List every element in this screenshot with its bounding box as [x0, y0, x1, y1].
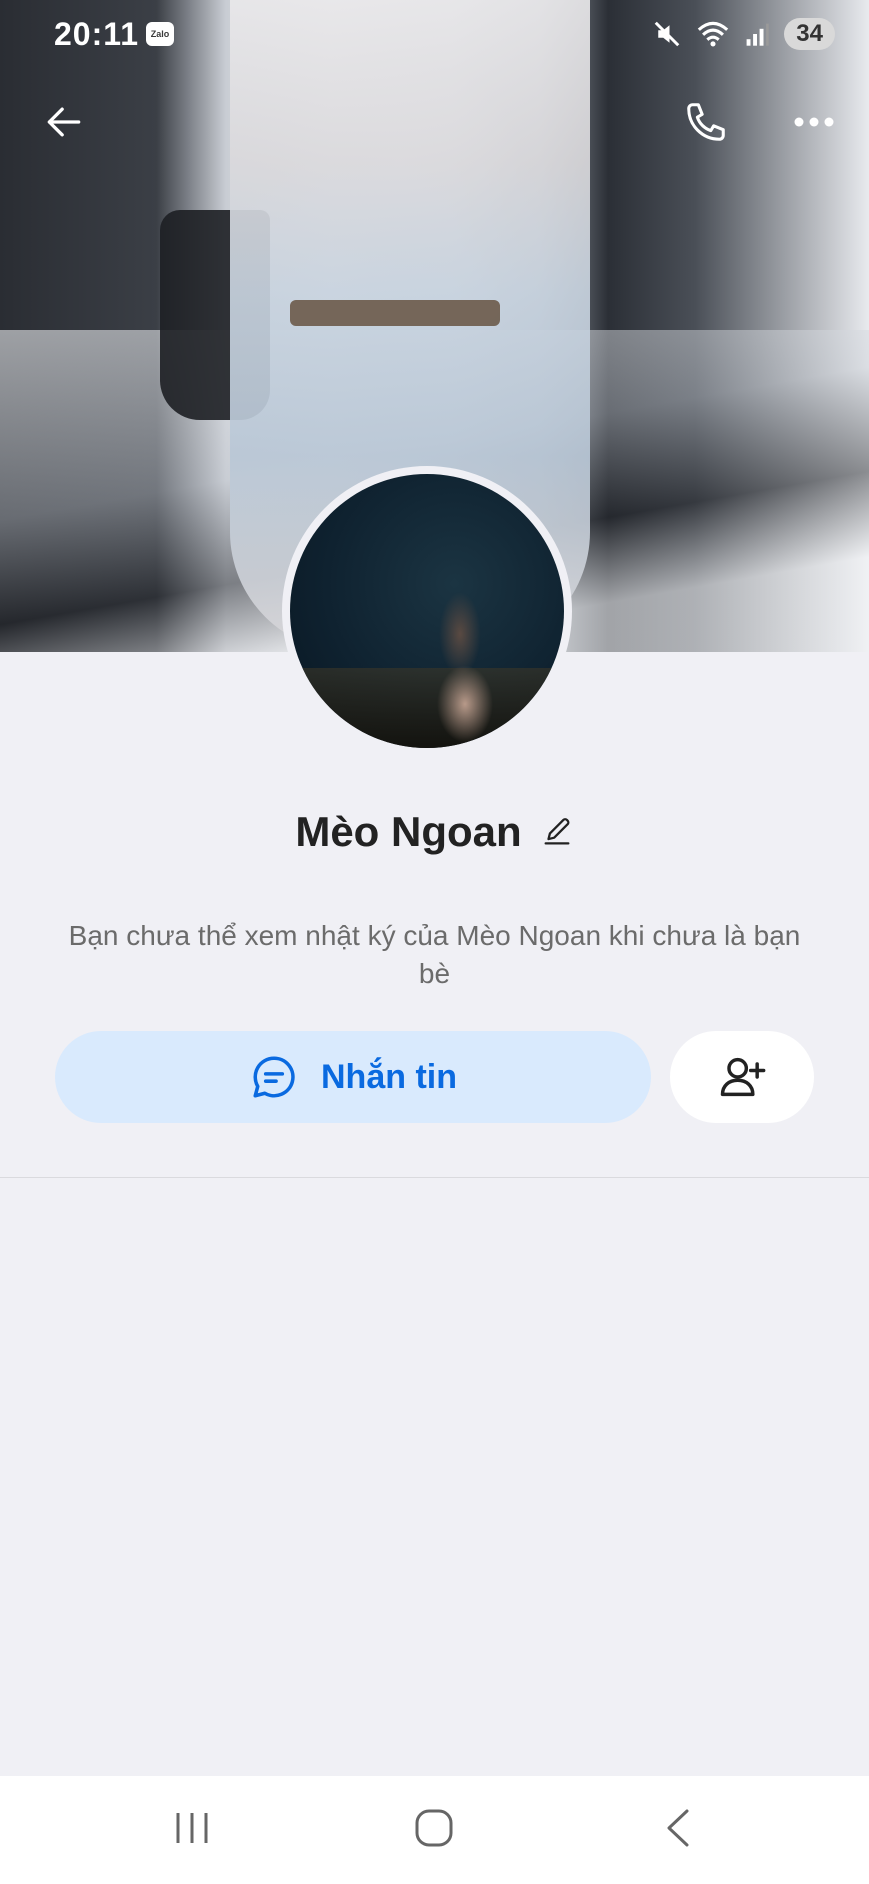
more-options-button[interactable] — [784, 92, 844, 152]
mute-icon — [654, 21, 680, 47]
call-button[interactable] — [676, 92, 736, 152]
recent-apps-button[interactable] — [162, 1798, 222, 1858]
back-chevron-icon — [667, 1809, 689, 1847]
more-horizontal-icon — [794, 117, 834, 127]
pencil-icon[interactable] — [540, 815, 574, 849]
privacy-notice: Bạn chưa thể xem nhật ký của Mèo Ngoan k… — [68, 920, 801, 989]
home-icon — [415, 1809, 453, 1847]
battery-indicator: 34 — [784, 18, 835, 50]
profile-name-row: Mèo Ngoan — [0, 808, 869, 856]
wifi-icon — [698, 21, 729, 47]
zalo-notification-icon: Zalo — [146, 22, 174, 46]
phone-icon — [687, 103, 725, 141]
add-friend-button[interactable] — [670, 1031, 814, 1123]
system-back-button[interactable] — [648, 1798, 708, 1858]
status-bar: 20:11 Zalo 34 — [0, 0, 869, 70]
profile-name: Mèo Ngoan — [295, 808, 522, 855]
message-button[interactable]: Nhắn tin — [55, 1031, 651, 1123]
home-button[interactable] — [404, 1798, 464, 1858]
recent-apps-icon — [176, 1813, 208, 1843]
cover-belt — [290, 300, 500, 326]
status-icons: 34 — [652, 18, 835, 50]
avatar-photo — [290, 474, 564, 748]
section-divider — [0, 1177, 869, 1178]
status-time: 20:11 — [54, 16, 140, 52]
back-button[interactable] — [34, 92, 94, 152]
signal-icon — [746, 23, 769, 46]
arrow-left-icon — [47, 107, 81, 137]
add-user-icon — [720, 1057, 766, 1097]
system-navigation-bar — [0, 1776, 869, 1884]
avatar-photo-person — [410, 534, 520, 744]
message-button-label: Nhắn tin — [321, 1057, 457, 1096]
chat-bubble-icon — [253, 1056, 295, 1098]
avatar[interactable] — [282, 466, 572, 756]
